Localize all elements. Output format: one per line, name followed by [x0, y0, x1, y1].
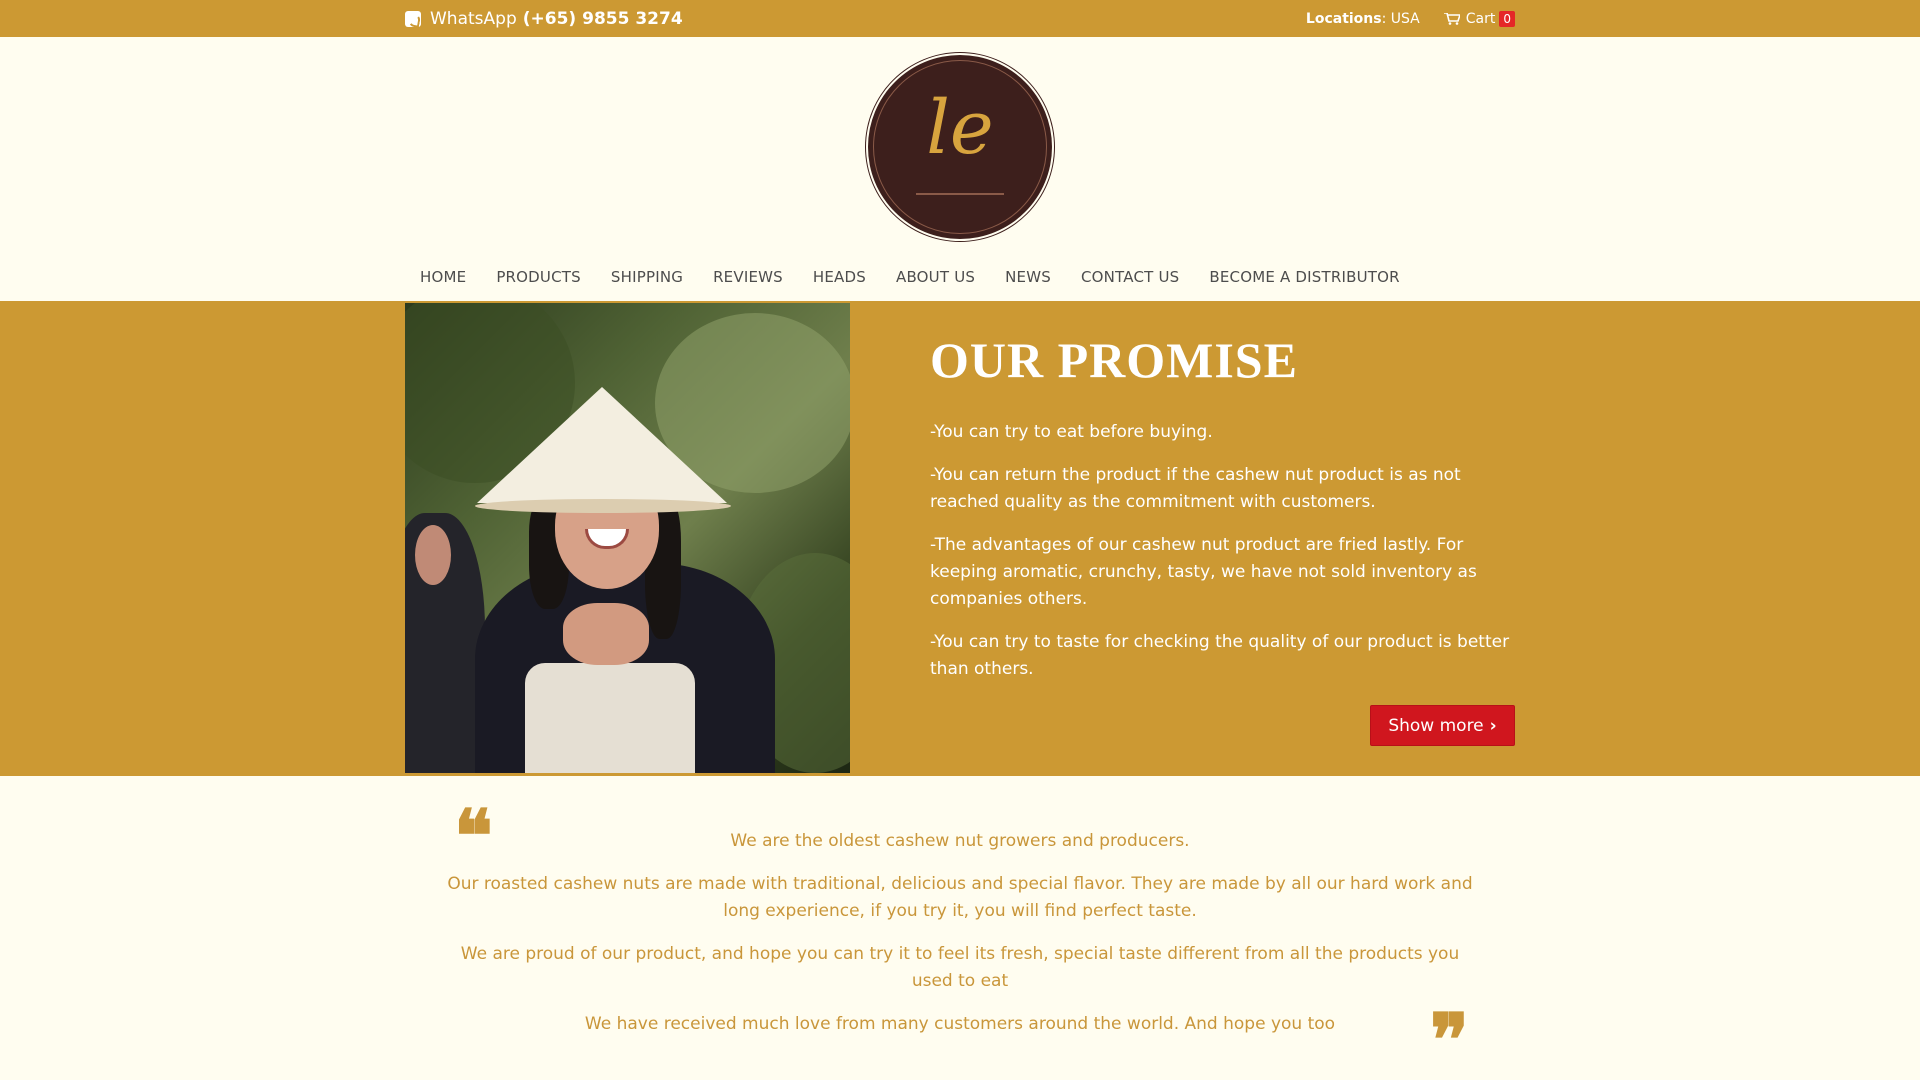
nav-item-about-us[interactable]: ABOUT US	[881, 268, 990, 286]
nav-item-become-a-distributor[interactable]: BECOME A DISTRIBUTOR	[1194, 268, 1414, 286]
promise-list: -You can try to eat before buying. -You …	[930, 419, 1510, 699]
promise-section: OUR PROMISE -You can try to eat before b…	[0, 301, 1920, 776]
testimonial-line: We have received much love from many cus…	[584, 1014, 1336, 1034]
chevron-right-icon: ›	[1489, 715, 1497, 736]
photo-conical-hat	[477, 387, 727, 503]
nav-item-news[interactable]: NEWS	[990, 268, 1066, 286]
whatsapp-label: WhatsApp	[430, 8, 517, 29]
nav-item-reviews[interactable]: REVIEWS	[698, 268, 798, 286]
cart-count-badge: 0	[1499, 10, 1515, 27]
locations-selector[interactable]: Locations: USA	[1306, 11, 1420, 27]
nav-item-shipping[interactable]: SHIPPING	[596, 268, 698, 286]
nav-item-heads[interactable]: HEADS	[798, 268, 881, 286]
testimonial-line: Our roasted cashew nuts are made with tr…	[447, 874, 1473, 921]
testimonial-text: We are the oldest cashew nut growers and…	[440, 828, 1480, 1054]
main-nav: HOME PRODUCTS SHIPPING REVIEWS HEADS ABO…	[405, 262, 1415, 292]
quote-close-icon: ❞	[1430, 997, 1469, 1080]
photo-hands	[563, 603, 649, 665]
promise-photo	[405, 303, 850, 773]
testimonial-line: We are the oldest cashew nut growers and…	[730, 831, 1190, 851]
whatsapp-contact[interactable]: WhatsApp (+65) 9855 3274	[405, 9, 683, 29]
promise-item: -You can try to eat before buying.	[930, 422, 1213, 442]
cart-link[interactable]: Cart 0	[1443, 10, 1515, 27]
nav-item-contact-us[interactable]: CONTACT US	[1066, 268, 1194, 286]
promise-item: -You can try to taste for checking the q…	[930, 632, 1510, 679]
top-bar-right: Locations: USA Cart 0	[1306, 10, 1515, 27]
logo-underline	[916, 193, 1004, 195]
locations-value: : USA	[1381, 10, 1420, 27]
nav-item-home[interactable]: HOME	[405, 268, 481, 286]
testimonial-section: ❝ We are the oldest cashew nut growers a…	[0, 776, 1920, 1080]
cart-icon	[1443, 12, 1460, 25]
logo-text: le	[926, 85, 994, 171]
show-more-button[interactable]: Show more ›	[1370, 705, 1515, 746]
photo-shirt	[525, 663, 695, 773]
nav-item-products[interactable]: PRODUCTS	[481, 268, 596, 286]
whatsapp-icon	[405, 10, 421, 27]
show-more-label: Show more	[1388, 715, 1484, 736]
promise-title: OUR PROMISE	[930, 332, 1298, 388]
photo-man-head	[415, 525, 451, 585]
testimonial-line: We are proud of our product, and hope yo…	[460, 944, 1460, 991]
top-bar: WhatsApp (+65) 9855 3274 Locations: USA …	[0, 0, 1920, 37]
whatsapp-number[interactable]: (+65) 9855 3274	[523, 9, 683, 29]
cart-label: Cart	[1465, 10, 1496, 27]
top-bar-inner: WhatsApp (+65) 9855 3274 Locations: USA …	[405, 0, 1515, 37]
site-header: le HOME PRODUCTS SHIPPING REVIEWS HEADS …	[0, 37, 1920, 301]
site-logo[interactable]: le	[868, 55, 1052, 239]
promise-item: -You can return the product if the cashe…	[930, 465, 1461, 512]
locations-label: Locations	[1305, 10, 1382, 27]
photo-hat-rim	[475, 499, 731, 513]
promise-item: -The advantages of our cashew nut produc…	[930, 535, 1477, 609]
